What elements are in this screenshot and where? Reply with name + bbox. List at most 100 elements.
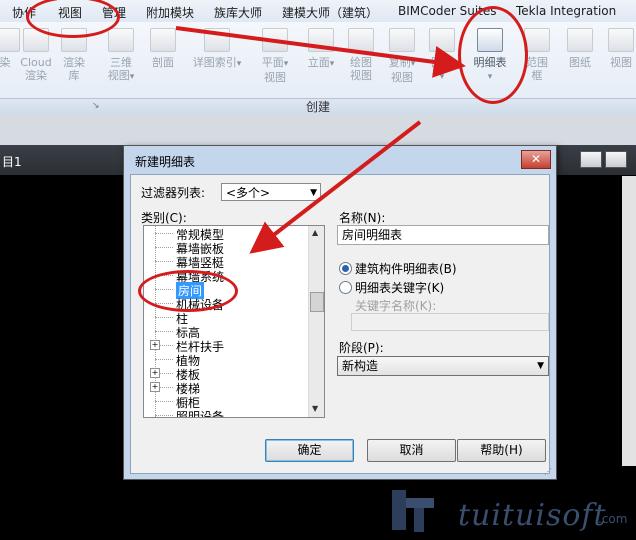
watermark-domain: .com [598, 512, 628, 526]
3d-view-icon [108, 28, 134, 52]
view-scrollbar[interactable] [622, 176, 636, 466]
close-icon: ✕ [530, 152, 542, 166]
cloud-render-button[interactable]: Cloud 渲染 [18, 28, 54, 82]
filter-value: <多个> [226, 186, 271, 200]
panel-label-create: 创建 [305, 100, 330, 114]
expand-icon[interactable]: + [150, 340, 160, 350]
scope-box-icon [524, 28, 550, 52]
new-schedule-dialog: 新建明细表 ✕ 过滤器列表: <多个> ▼ 类别(C): 常规模型 幕墙嵌板 幕墙竖… [123, 145, 557, 480]
scroll-down-icon[interactable]: ▼ [312, 404, 318, 413]
dialog-title: 新建明细表 [135, 155, 196, 169]
tree-connector [155, 261, 173, 262]
plan-view-label: 平面 [261, 56, 284, 69]
render-gallery-label: 渲染 [63, 56, 85, 69]
tree-connector [155, 317, 173, 318]
section-icon [150, 28, 176, 52]
3d-view-label: 三维 [110, 56, 132, 69]
phase-select[interactable]: 新构造 ▼ [337, 356, 549, 376]
cancel-button[interactable]: 取消 [367, 439, 456, 462]
tab-add-ins[interactable]: 附加模块 [146, 4, 194, 21]
sheet-label: 图纸 [569, 56, 591, 69]
callout-label: 详图索引 [192, 56, 237, 69]
callout-icon [204, 28, 230, 52]
tree-connector [155, 331, 173, 332]
name-value: 房间明细表 [342, 228, 403, 242]
filter-select[interactable]: <多个> ▼ [221, 183, 321, 201]
phase-value: 新构造 [342, 359, 379, 373]
tree-connector [155, 247, 173, 248]
scope-box-label-2: 框 [531, 69, 543, 82]
tab-family-master[interactable]: 族库大师 [214, 4, 262, 21]
tab-tekla[interactable]: Tekla Integration [516, 4, 616, 18]
drafting-view-button[interactable]: 绘图 视图 [346, 28, 376, 82]
render-icon [0, 28, 20, 52]
tree-connector [155, 359, 173, 360]
scope-box-label: 范围 [526, 56, 548, 69]
view-tab-label[interactable]: 目1 [2, 153, 22, 170]
chevron-down-icon: ▼ [537, 361, 544, 371]
chevron-down-icon: ▾ [410, 59, 416, 69]
section-label: 剖面 [152, 56, 174, 69]
chevron-down-icon: ▾ [236, 59, 242, 69]
watermark-text: tuituisoft [458, 498, 607, 533]
phase-label: 阶段(P): [339, 341, 384, 355]
radio-building-label[interactable]: 建筑构件明细表(B) [355, 260, 457, 277]
expand-icon[interactable]: + [150, 368, 160, 378]
view-icon [608, 28, 634, 52]
filter-label: 过滤器列表: [141, 186, 206, 200]
help-button[interactable]: 帮助(H) [457, 439, 546, 462]
scroll-thumb[interactable] [310, 292, 324, 312]
chevron-down-icon: ▾ [283, 59, 289, 69]
duplicate-view-icon [389, 28, 415, 52]
plan-view-icon [262, 28, 288, 52]
category-label: 类别(C): [141, 211, 187, 225]
minimize-icon[interactable] [580, 151, 602, 168]
scroll-up-icon[interactable]: ▲ [312, 228, 318, 237]
annotation-circle-room [138, 270, 238, 312]
category-item[interactable]: 照明设备 [176, 408, 224, 417]
ok-button[interactable]: 确定 [265, 439, 354, 462]
expand-icon[interactable]: + [150, 382, 160, 392]
legend-button[interactable]: 图例 ▾ [426, 28, 458, 84]
key-name-label: 关键字名称(K): [355, 299, 437, 313]
cloud-render-label-2: 渲染 [25, 69, 47, 82]
section-button[interactable]: 剖面 [148, 28, 178, 69]
render-button[interactable]: 染 [0, 28, 20, 69]
plan-view-button[interactable]: 平面▾ 视图 [258, 28, 292, 84]
watermark: tuituisoft .com [380, 480, 636, 540]
3d-view-button[interactable]: 三维 视图▾ [104, 28, 138, 84]
tuituisoft-logo-icon [392, 490, 434, 532]
render-gallery-label-2: 库 [68, 69, 80, 82]
3d-view-label-2: 视图 [107, 69, 130, 82]
legend-icon [429, 28, 455, 52]
tree-connector [155, 233, 173, 234]
close-button[interactable]: ✕ [521, 150, 551, 169]
name-label: 名称(N): [339, 211, 386, 225]
key-name-field[interactable] [351, 313, 549, 331]
name-field[interactable]: 房间明细表 [337, 225, 549, 245]
elevation-label: 立面 [307, 56, 330, 69]
duplicate-view-button[interactable]: 复制▾ 视图 [386, 28, 418, 84]
category-scrollbar[interactable]: ▲ ▼ [308, 226, 324, 417]
options-bar [0, 115, 636, 145]
radio-key-label[interactable]: 明细表关键字(K) [355, 279, 444, 296]
drafting-view-label-2: 视图 [350, 69, 372, 82]
elevation-button[interactable]: 立面▾ [304, 28, 338, 71]
chevron-down-icon: ▼ [310, 188, 317, 198]
annotation-circle-schedule [458, 6, 528, 104]
tree-connector [155, 401, 173, 402]
restore-icon[interactable] [605, 151, 627, 168]
panel-launcher-icon[interactable]: ↘ [92, 101, 100, 111]
resize-grip-icon[interactable]: ⋰ [544, 467, 552, 476]
view-button[interactable]: 视图 [606, 28, 636, 69]
category-list[interactable]: 常规模型 幕墙嵌板 幕墙竖梃 幕墙系统 房间 机械设备柱标高 + 栏杆扶手 植物 + 楼板 + 楼梯 橱柜… [143, 225, 325, 418]
chevron-down-icon: ▾ [439, 72, 445, 82]
legend-label: 图例 [431, 56, 453, 69]
sheet-button[interactable]: 图纸 [564, 28, 596, 69]
drafting-view-label: 绘图 [350, 56, 372, 69]
callout-button[interactable]: 详图索引▾ [190, 28, 244, 71]
radio-schedule-keys[interactable] [339, 281, 352, 294]
radio-building-components[interactable] [339, 262, 352, 275]
duplicate-view-label-2: 视图 [391, 71, 413, 84]
tab-modeling-master[interactable]: 建模大师（建筑） [282, 4, 378, 21]
